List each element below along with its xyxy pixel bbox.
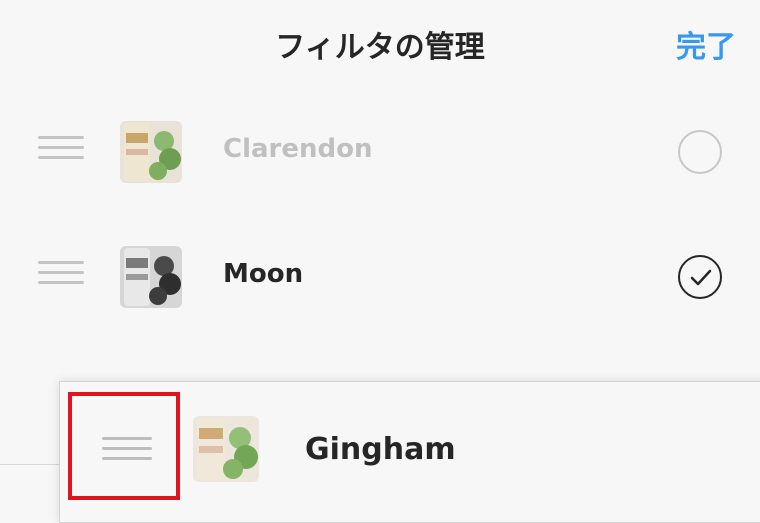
filter-row-clarendon: Clarendon	[0, 89, 760, 215]
filter-thumbnail	[120, 246, 182, 308]
page-title: フィルタの管理	[275, 30, 485, 65]
filter-row-moon: Moon	[0, 214, 760, 340]
drag-handle-icon[interactable]	[38, 261, 84, 291]
checkmark-icon	[690, 269, 712, 286]
filter-thumbnail	[193, 416, 259, 482]
filter-name: Moon	[223, 259, 304, 289]
filter-name: Gingham	[305, 432, 456, 467]
filter-toggle-on[interactable]	[678, 255, 722, 299]
filter-toggle-off[interactable]	[678, 130, 722, 174]
drag-handle-icon[interactable]	[38, 136, 84, 166]
done-button[interactable]: 完了	[676, 22, 736, 66]
nav-header: フィルタの管理 完了	[0, 0, 760, 90]
filter-thumbnail	[120, 121, 182, 183]
filter-name: Clarendon	[223, 134, 373, 164]
drag-handle-highlight	[68, 392, 180, 500]
